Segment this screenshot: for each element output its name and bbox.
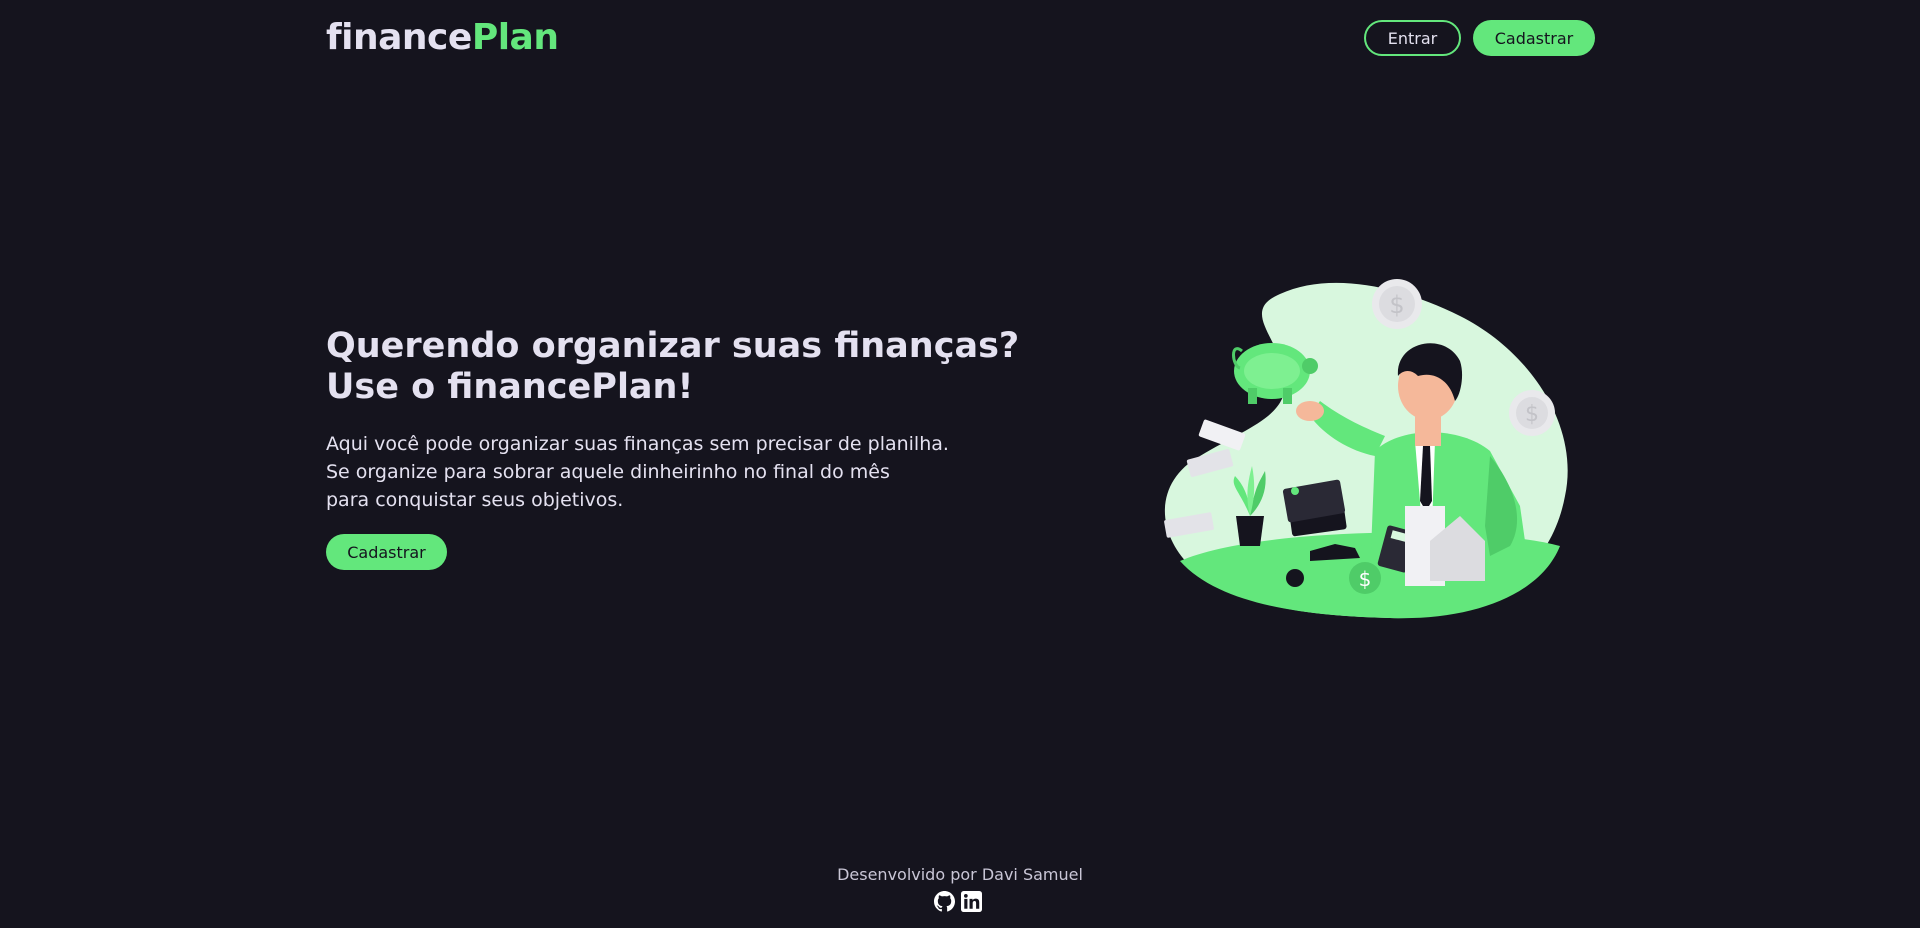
login-button[interactable]: Entrar — [1364, 20, 1461, 56]
hero-description-line-3: para conquistar seus objetivos. — [326, 489, 624, 511]
coin-icon: $ — [1509, 390, 1555, 436]
hero-title-line-1: Querendo organizar suas finanças? — [326, 326, 1020, 366]
signup-button[interactable]: Cadastrar — [1473, 20, 1595, 56]
svg-text:$: $ — [1359, 567, 1372, 591]
hero-description-line-2: Se organize para sobrar aquele dinheirin… — [326, 461, 890, 483]
svg-text:$: $ — [1525, 402, 1539, 427]
landing-page: financePlan Entrar Cadastrar Querendo or… — [0, 0, 1920, 928]
logo[interactable]: financePlan — [326, 12, 559, 64]
hero-title: Querendo organizar suas finanças? Use o … — [326, 326, 1019, 408]
svg-text:$: $ — [1389, 291, 1404, 319]
dollar-icon: $ — [1349, 562, 1381, 594]
coin-icon: $ — [1372, 279, 1422, 329]
linkedin-icon[interactable] — [961, 891, 982, 912]
github-icon[interactable] — [934, 891, 955, 912]
hero-description-line-1: Aqui você pode organizar suas finanças s… — [326, 433, 949, 455]
hero-signup-button[interactable]: Cadastrar — [326, 534, 447, 570]
credit-card-icon — [1282, 479, 1347, 537]
logo-text-plan: Plan — [471, 17, 559, 58]
footer-social-links — [934, 891, 982, 912]
logo-text-finance: finance — [326, 17, 472, 58]
hero-description: Aqui você pode organizar suas finanças s… — [326, 430, 966, 514]
footer-credit: Desenvolvido por Davi Samuel — [837, 865, 1083, 884]
hero-title-line-2: Use o financePlan! — [326, 367, 694, 407]
finance-illustration: $ $ $ — [1164, 279, 1568, 619]
